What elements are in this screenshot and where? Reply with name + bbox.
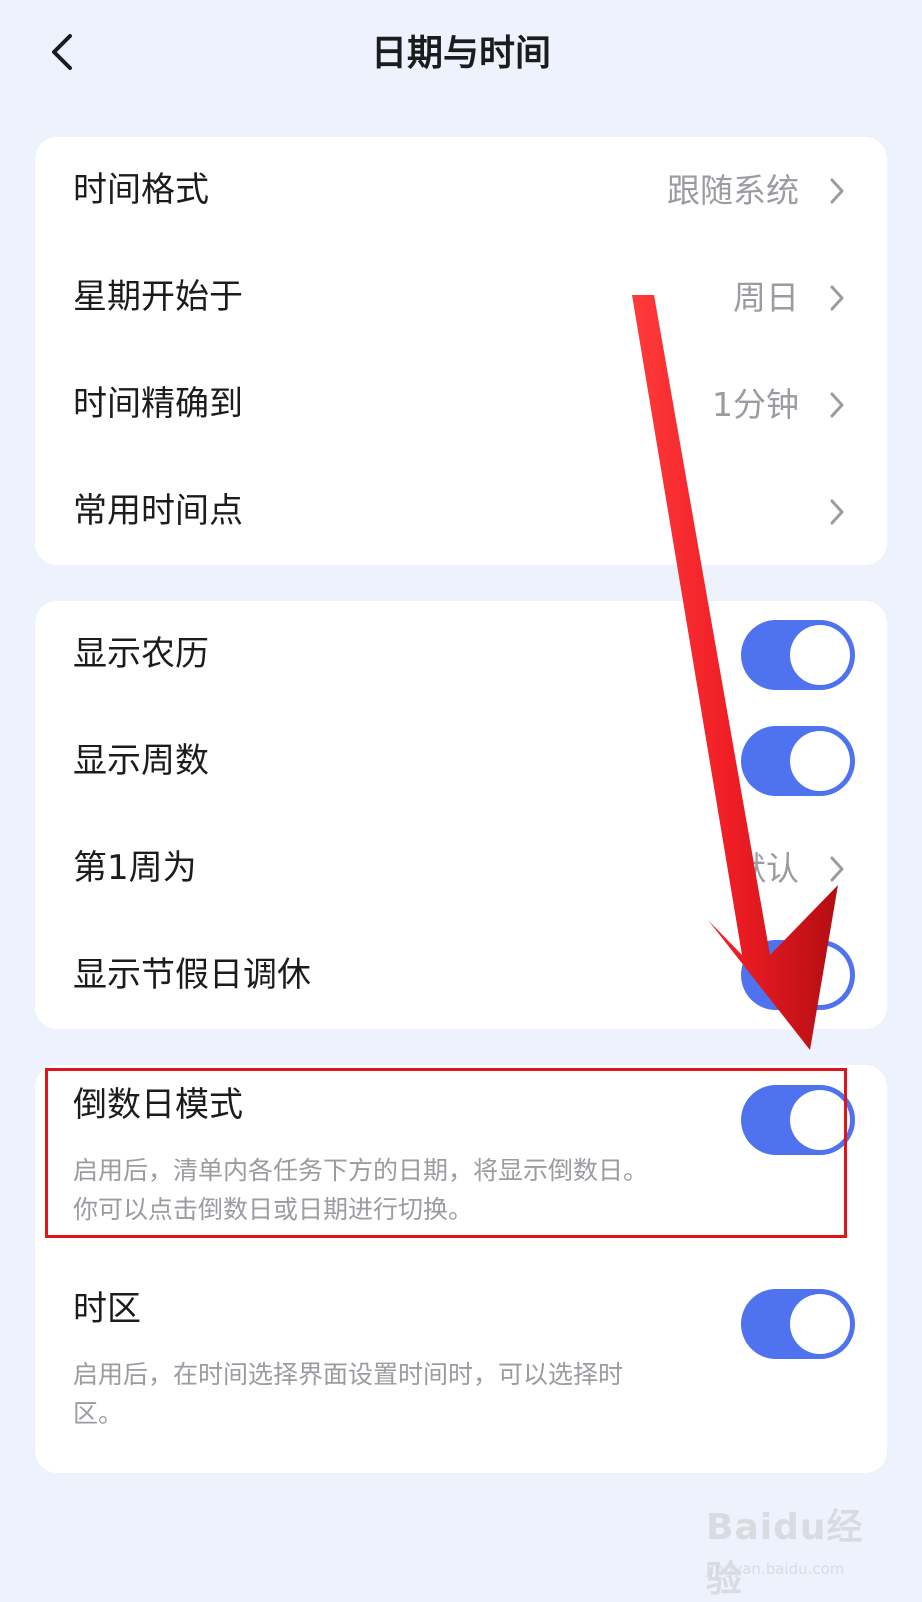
- timezone-toggle[interactable]: [741, 1289, 855, 1359]
- setting-time-format[interactable]: 时间格式 跟随系统: [35, 137, 887, 244]
- show-week-number-toggle[interactable]: [741, 726, 855, 796]
- countdown-mode-toggle[interactable]: [741, 1085, 855, 1155]
- chevron-right-icon: [830, 499, 844, 525]
- countdown-description-line2: 你可以点击倒数日或日期进行切换。: [73, 1195, 474, 1224]
- setting-value: 周日: [733, 278, 799, 317]
- setting-label: 时间格式: [73, 170, 209, 210]
- setting-value: 默认: [733, 849, 799, 888]
- setting-label: 显示节假日调休: [73, 955, 311, 995]
- setting-label: 时间精确到: [73, 384, 243, 424]
- setting-common-times[interactable]: 常用时间点: [35, 458, 887, 565]
- mode-settings-card: 倒数日模式 启用后，清单内各任务下方的日期，将显示倒数日。 你可以点击倒数日或日…: [35, 1065, 887, 1473]
- page-title: 日期与时间: [370, 33, 551, 74]
- timezone-description-line2: 区。: [73, 1399, 124, 1428]
- display-settings-card: 显示农历 显示周数 第1周为 默认 显示节假日调休: [35, 601, 887, 1029]
- setting-holiday-adjust: 显示节假日调休: [35, 922, 887, 1029]
- watermark-url: jingyan.baidu.com: [706, 1560, 845, 1578]
- setting-label: 常用时间点: [73, 491, 243, 531]
- setting-label: 显示周数: [73, 741, 209, 781]
- chevron-right-icon: [830, 856, 844, 882]
- timezone-description-line1: 启用后，在时间选择界面设置时间时，可以选择时: [73, 1360, 624, 1389]
- toggle-knob: [790, 625, 850, 685]
- setting-label: 时区: [73, 1289, 141, 1329]
- setting-timezone: 时区 启用后，在时间选择界面设置时间时，可以选择时 区。: [35, 1269, 887, 1459]
- holiday-adjust-toggle[interactable]: [741, 940, 855, 1010]
- chevron-right-icon: [830, 285, 844, 311]
- toggle-knob: [790, 731, 850, 791]
- setting-label: 显示农历: [73, 634, 209, 674]
- watermark: Baidu经验 jingyan.baidu.com: [706, 1498, 886, 1600]
- setting-countdown-mode: 倒数日模式 启用后，清单内各任务下方的日期，将显示倒数日。 你可以点击倒数日或日…: [35, 1065, 887, 1245]
- countdown-description-line1: 启用后，清单内各任务下方的日期，将显示倒数日。: [73, 1156, 649, 1185]
- toggle-knob: [790, 945, 850, 1005]
- setting-week-start[interactable]: 星期开始于 周日: [35, 244, 887, 351]
- setting-first-week[interactable]: 第1周为 默认: [35, 815, 887, 922]
- watermark-brand: Baidu经验: [706, 1507, 864, 1600]
- setting-value: 跟随系统: [667, 171, 799, 210]
- header-bar: 日期与时间: [0, 0, 922, 110]
- toggle-knob: [790, 1294, 850, 1354]
- chevron-right-icon: [830, 392, 844, 418]
- setting-label: 第1周为: [73, 848, 197, 888]
- show-lunar-toggle[interactable]: [741, 620, 855, 690]
- general-settings-card: 时间格式 跟随系统 星期开始于 周日 时间精确到 1分钟 常用时间点: [35, 137, 887, 565]
- setting-show-lunar: 显示农历: [35, 601, 887, 708]
- toggle-knob: [790, 1090, 850, 1150]
- setting-label: 星期开始于: [73, 277, 243, 317]
- setting-value: 1分钟: [712, 385, 799, 424]
- setting-label: 倒数日模式: [73, 1085, 243, 1125]
- setting-time-precision[interactable]: 时间精确到 1分钟: [35, 351, 887, 458]
- chevron-right-icon: [830, 178, 844, 204]
- setting-show-week-number: 显示周数: [35, 708, 887, 815]
